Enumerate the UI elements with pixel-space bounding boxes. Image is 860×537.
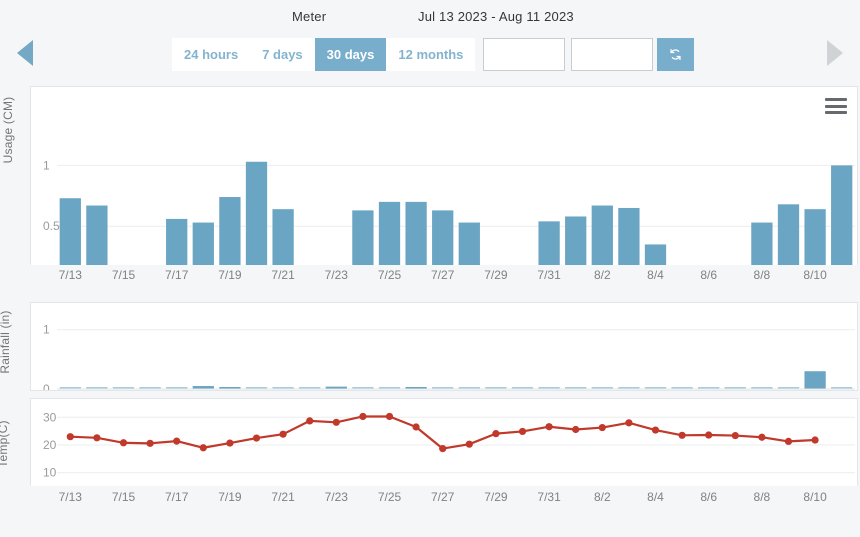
data-point-marker[interactable] <box>731 431 739 440</box>
rainfall-axis-title: Rainfall (in) <box>0 310 12 374</box>
x-tick-label: 7/17 <box>165 268 189 282</box>
start-date-input[interactable] <box>483 38 566 71</box>
data-point-marker[interactable] <box>306 417 314 425</box>
data-point-marker[interactable] <box>119 439 128 447</box>
data-point-marker[interactable] <box>651 426 660 434</box>
period-controls: 24 hours 7 days 30 days 12 months <box>172 38 695 71</box>
refresh-icon <box>670 49 681 60</box>
data-point-marker[interactable] <box>173 437 181 445</box>
data-point-marker[interactable] <box>545 423 553 431</box>
meter-label: Meter <box>292 9 327 24</box>
bar[interactable] <box>804 371 826 389</box>
data-point-marker[interactable] <box>705 431 713 439</box>
y-tick-label: 1 <box>43 158 50 172</box>
tab-12-months[interactable]: 12 months <box>386 38 476 71</box>
end-date-input[interactable] <box>571 38 654 71</box>
x-tick-label: 8/2 <box>593 490 611 504</box>
x-tick-label: 7/23 <box>324 268 348 282</box>
x-tick-label: 7/19 <box>218 268 242 282</box>
triangle-right-icon <box>827 40 843 66</box>
tab-30-days[interactable]: 30 days <box>314 38 387 71</box>
data-point-marker[interactable] <box>332 418 340 426</box>
hamburger-menu-icon[interactable] <box>825 97 847 115</box>
data-point-marker[interactable] <box>439 445 447 453</box>
x-tick-label: 8/6 <box>700 268 718 282</box>
data-point-marker[interactable] <box>252 434 261 442</box>
x-tick-label: 8/10 <box>803 268 827 282</box>
refresh-button[interactable] <box>657 38 695 71</box>
y-tick-label: 1 <box>43 323 50 337</box>
x-tick-label: 7/15 <box>111 268 136 282</box>
data-point-marker[interactable] <box>492 430 500 438</box>
next-period-button[interactable] <box>818 38 852 68</box>
data-point-marker[interactable] <box>572 425 580 434</box>
x-tick-label: 7/31 <box>537 268 561 282</box>
dashboard-header: Meter Jul 13 2023 - Aug 11 2023 24 hours… <box>0 0 860 84</box>
y-tick-label: 0.5 <box>43 219 60 233</box>
data-point-marker[interactable] <box>66 433 74 441</box>
data-point-marker[interactable] <box>146 439 154 447</box>
temperature-axis-title: Temp(C) <box>0 420 10 468</box>
data-point-marker[interactable] <box>465 440 473 448</box>
data-point-marker[interactable] <box>678 431 686 439</box>
y-tick-label: 20 <box>43 438 57 452</box>
x-tick-label: 8/4 <box>647 268 664 282</box>
x-tick-label: 7/21 <box>271 490 295 504</box>
data-point-marker[interactable] <box>625 419 633 427</box>
rainfall-bar-chart: 01 <box>43 323 855 390</box>
data-point-marker[interactable] <box>598 423 606 432</box>
triangle-left-icon <box>17 40 33 66</box>
data-point-marker[interactable] <box>811 436 819 444</box>
data-point-marker[interactable] <box>758 433 766 441</box>
usage-bar-chart: 00.51 <box>43 158 855 288</box>
rainfall-chart-panel: 01 <box>30 302 858 391</box>
x-tick-label: 7/27 <box>431 268 455 282</box>
usage-chart-panel: 00.51 <box>30 86 858 289</box>
x-tick-label: 7/15 <box>111 490 136 504</box>
data-point-marker[interactable] <box>279 430 287 438</box>
x-tick-label: 8/4 <box>647 490 664 504</box>
x-tick-label: 7/29 <box>484 490 508 504</box>
data-point-marker[interactable] <box>385 412 394 421</box>
y-tick-label: 0 <box>43 382 50 390</box>
x-tick-label: 7/19 <box>218 490 242 504</box>
usage-axis-title: Usage (CM) <box>1 96 15 164</box>
x-tick-label: 7/21 <box>271 268 295 282</box>
x-tick-label: 7/31 <box>537 490 561 504</box>
x-tick-label: 8/8 <box>753 268 771 282</box>
date-range-label: Jul 13 2023 - Aug 11 2023 <box>418 9 574 24</box>
y-tick-label: 30 <box>43 410 57 424</box>
header-title-row: Meter Jul 13 2023 - Aug 11 2023 <box>0 9 860 31</box>
x-tick-label: 8/8 <box>753 490 771 504</box>
x-tick-label: 7/13 <box>58 268 82 282</box>
x-tick-label: 7/17 <box>165 490 189 504</box>
x-tick-label: 7/27 <box>431 490 455 504</box>
x-tick-label: 7/23 <box>324 490 348 504</box>
x-tick-label: 8/6 <box>700 490 718 504</box>
data-point-marker[interactable] <box>784 437 793 445</box>
x-tick-label: 7/25 <box>377 268 402 282</box>
tab-24-hours[interactable]: 24 hours <box>172 38 251 71</box>
meter-dashboard: Meter Jul 13 2023 - Aug 11 2023 24 hours… <box>0 0 860 537</box>
x-tick-label: 8/2 <box>593 268 611 282</box>
period-tab-group: 24 hours 7 days 30 days 12 months <box>172 38 476 71</box>
data-point-marker[interactable] <box>359 412 367 421</box>
data-point-marker[interactable] <box>93 434 101 442</box>
x-tick-label: 7/25 <box>377 490 402 504</box>
data-point-marker[interactable] <box>518 427 527 436</box>
x-tick-label: 7/29 <box>484 268 508 282</box>
x-tick-label: 8/10 <box>803 490 827 504</box>
data-point-marker[interactable] <box>412 423 420 431</box>
data-point-marker[interactable] <box>226 439 234 447</box>
data-point-marker[interactable] <box>199 444 207 452</box>
x-tick-label: 7/13 <box>58 490 82 504</box>
y-tick-label: 10 <box>43 466 57 480</box>
tab-7-days[interactable]: 7 days <box>250 38 315 71</box>
